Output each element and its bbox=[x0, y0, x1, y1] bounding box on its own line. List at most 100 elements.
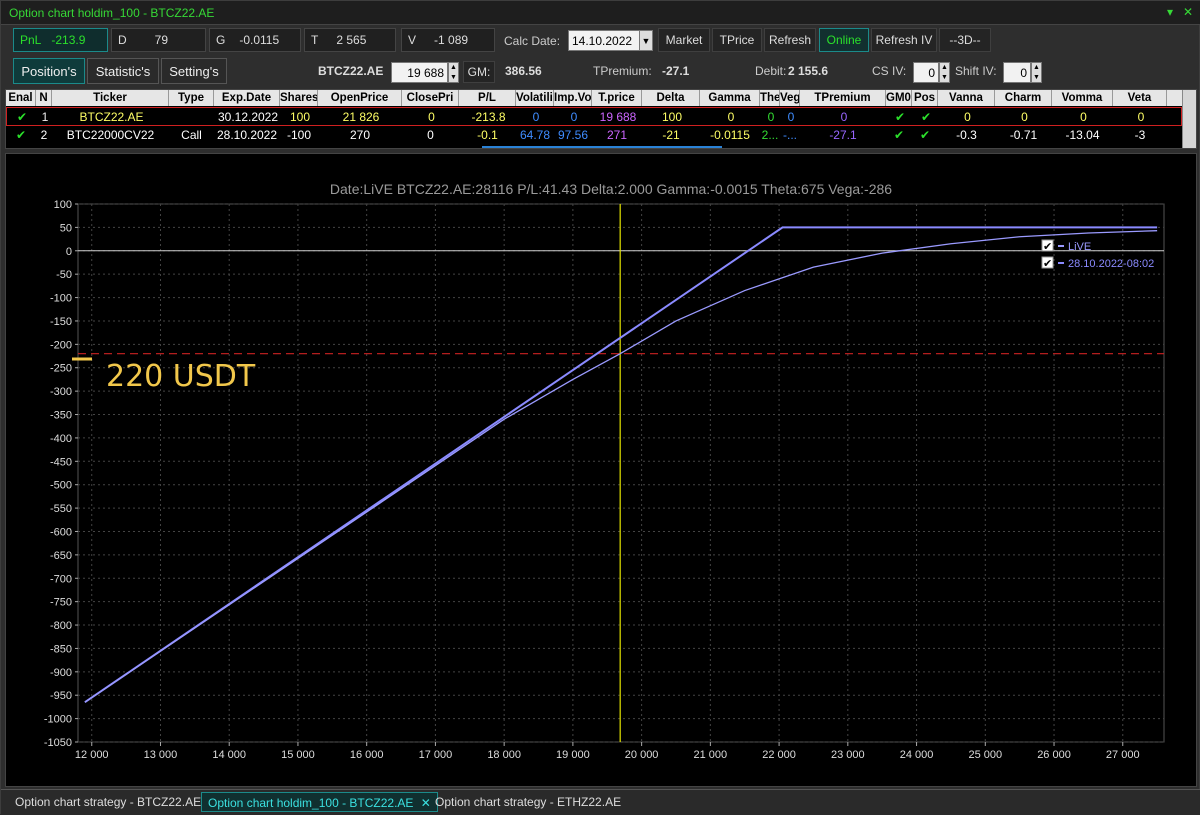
tprice-button[interactable]: TPrice bbox=[712, 28, 762, 52]
column-header[interactable]: The bbox=[760, 90, 780, 106]
column-header[interactable]: Ticker bbox=[52, 90, 169, 106]
column-header[interactable]: Vanna bbox=[938, 90, 995, 106]
cell-type bbox=[170, 108, 215, 127]
cell-charm: 0 bbox=[1021, 110, 1028, 124]
theta-box: T 2 565 bbox=[304, 28, 396, 52]
column-header[interactable]: Type bbox=[169, 90, 214, 106]
cell-impvol: 97.56 bbox=[557, 128, 589, 142]
shift-iv-label: Shift IV: bbox=[955, 64, 997, 78]
doc-tab-strategy-btc[interactable]: Option chart strategy - BTCZ22.AE bbox=[9, 792, 207, 812]
debit-label: Debit: bbox=[755, 64, 787, 78]
y-tick-label: -1000 bbox=[44, 714, 72, 726]
pnl-value: -213.9 bbox=[51, 33, 86, 47]
table-row[interactable]: ✔ 1 BTCZ22.AE 30.12.2022 100 21 826 0 -213.8 0 0 1… bbox=[6, 107, 1182, 126]
grid-header: Enal N Ticker Type Exp.Date Shares OpenPrice Cl… bbox=[6, 90, 1182, 106]
theta-label: T bbox=[311, 33, 319, 47]
column-header[interactable]: Gamma bbox=[700, 90, 760, 106]
grid-scrollbar[interactable] bbox=[1182, 90, 1196, 148]
column-header[interactable]: Charm bbox=[995, 90, 1052, 106]
calc-date-label: Calc Date: bbox=[504, 34, 561, 48]
enabled-check-icon[interactable]: ✔ bbox=[6, 126, 36, 145]
window-title: Option chart holdim_100 - BTCZ22.AE bbox=[9, 6, 215, 20]
calc-date-dropdown-icon[interactable]: ▼ bbox=[639, 30, 653, 51]
x-tick-label: 17 000 bbox=[419, 749, 453, 761]
tab-positions[interactable]: Position's bbox=[13, 58, 85, 84]
x-tick-label: 12 000 bbox=[75, 749, 109, 761]
refresh-button[interactable]: Refresh bbox=[764, 28, 816, 52]
tab-statistics[interactable]: Statistic's bbox=[87, 58, 159, 84]
column-header[interactable]: Volatilit bbox=[516, 90, 554, 106]
column-header[interactable]: Vomma bbox=[1052, 90, 1113, 106]
column-header[interactable]: Veta bbox=[1113, 90, 1167, 106]
window-menu-icon[interactable]: ▾ bbox=[1167, 5, 1173, 19]
y-tick-label: 100 bbox=[54, 199, 72, 211]
online-button[interactable]: Online bbox=[819, 28, 869, 52]
3d-button[interactable]: --3D-- bbox=[939, 28, 991, 52]
column-header[interactable]: T.price bbox=[592, 90, 642, 106]
x-tick-label: 16 000 bbox=[350, 749, 384, 761]
tpremium-value: -27.1 bbox=[662, 64, 690, 78]
cell-delta: -21 bbox=[662, 128, 680, 142]
column-header[interactable]: Enal bbox=[6, 90, 36, 106]
cell-n: 2 bbox=[40, 128, 48, 142]
column-header[interactable]: OpenPrice bbox=[318, 90, 402, 106]
gamma-value: -0.0115 bbox=[239, 33, 280, 47]
vega-box: V -1 089 bbox=[401, 28, 495, 52]
price-spinner-icon[interactable]: ▲ ▼ bbox=[448, 62, 459, 83]
x-tick-label: 26 000 bbox=[1037, 749, 1071, 761]
column-header[interactable]: Exp.Date bbox=[214, 90, 280, 106]
enabled-check-icon[interactable]: ✔ bbox=[7, 108, 37, 127]
grid-hscroll-thumb[interactable] bbox=[482, 146, 722, 148]
column-header[interactable]: Delta bbox=[642, 90, 700, 106]
y-tick-label: -600 bbox=[50, 526, 72, 538]
annotation-text: 220 USDT bbox=[106, 359, 256, 394]
column-header[interactable]: Pos bbox=[912, 90, 938, 106]
x-tick-label: 19 000 bbox=[556, 749, 590, 761]
y-tick-label: 50 bbox=[60, 222, 72, 234]
column-header[interactable]: P/L bbox=[459, 90, 516, 106]
window-close-icon[interactable]: ✕ bbox=[1183, 5, 1193, 19]
cs-iv-spinner-icon[interactable]: ▲ ▼ bbox=[939, 62, 950, 83]
column-header[interactable]: Shares bbox=[280, 90, 318, 106]
calc-date-input[interactable]: 14.10.2022 bbox=[568, 30, 640, 51]
y-tick-label: -100 bbox=[50, 293, 72, 305]
cs-iv-input[interactable]: 0 bbox=[913, 62, 939, 83]
column-header[interactable]: GM0 bbox=[886, 90, 912, 106]
y-tick-label: -200 bbox=[50, 339, 72, 351]
y-tick-label: -400 bbox=[50, 433, 72, 445]
x-tick-label: 25 000 bbox=[968, 749, 1002, 761]
title-bar: Option chart holdim_100 - BTCZ22.AE ▾ ✕ bbox=[1, 1, 1200, 25]
column-header[interactable]: ClosePri bbox=[402, 90, 459, 106]
cell-vol: 64.78 bbox=[519, 128, 551, 142]
market-button[interactable]: Market bbox=[658, 28, 710, 52]
x-tick-label: 18 000 bbox=[487, 749, 521, 761]
vega-value: -1 089 bbox=[434, 33, 469, 47]
column-header[interactable]: TPremium bbox=[800, 90, 886, 106]
shift-iv-input[interactable]: 0 bbox=[1003, 62, 1031, 83]
column-header[interactable]: Imp.Vo bbox=[554, 90, 592, 106]
table-row[interactable]: ✔ 2 BTC22000CV22 Call 28.10.2022 -100 270 0 -0.1… bbox=[6, 126, 1182, 145]
cell-open: 21 826 bbox=[342, 110, 380, 124]
pnl-box: PnL -213.9 bbox=[13, 28, 108, 52]
cell-gamma: -0.0115 bbox=[710, 128, 750, 142]
chart-header: Date:LiVE BTCZ22.AE:28116 P/L:41.43 Delt… bbox=[330, 181, 892, 197]
refresh-iv-button[interactable]: Refresh IV bbox=[871, 28, 937, 52]
cell-n: 1 bbox=[41, 110, 49, 124]
shift-iv-spinner-icon[interactable]: ▲ ▼ bbox=[1031, 62, 1042, 83]
positions-grid: Enal N Ticker Type Exp.Date Shares OpenPrice Cl… bbox=[5, 89, 1197, 149]
cell-vanna: 0 bbox=[964, 110, 971, 124]
y-tick-label: -800 bbox=[50, 620, 72, 632]
cell-ticker: BTCZ22.AE bbox=[79, 110, 144, 124]
column-header[interactable]: N bbox=[36, 90, 52, 106]
doc-tab-holdim[interactable]: Option chart holdim_100 - BTCZ22.AE ✕ bbox=[201, 792, 438, 812]
gm-button[interactable]: GM: bbox=[463, 61, 495, 83]
gm0-check-icon: ✔ bbox=[893, 128, 905, 142]
column-header[interactable]: Veg bbox=[780, 90, 800, 106]
y-tick-label: -900 bbox=[50, 667, 72, 679]
underlying-price-input[interactable]: 19 688 bbox=[391, 62, 448, 83]
gm0-check-icon: ✔ bbox=[894, 110, 906, 124]
x-tick-label: 20 000 bbox=[625, 749, 659, 761]
doc-tab-strategy-eth[interactable]: Option chart strategy - ETHZ22.AE bbox=[429, 792, 627, 812]
tab-settings[interactable]: Setting's bbox=[161, 58, 227, 84]
x-tick-label: 24 000 bbox=[900, 749, 934, 761]
